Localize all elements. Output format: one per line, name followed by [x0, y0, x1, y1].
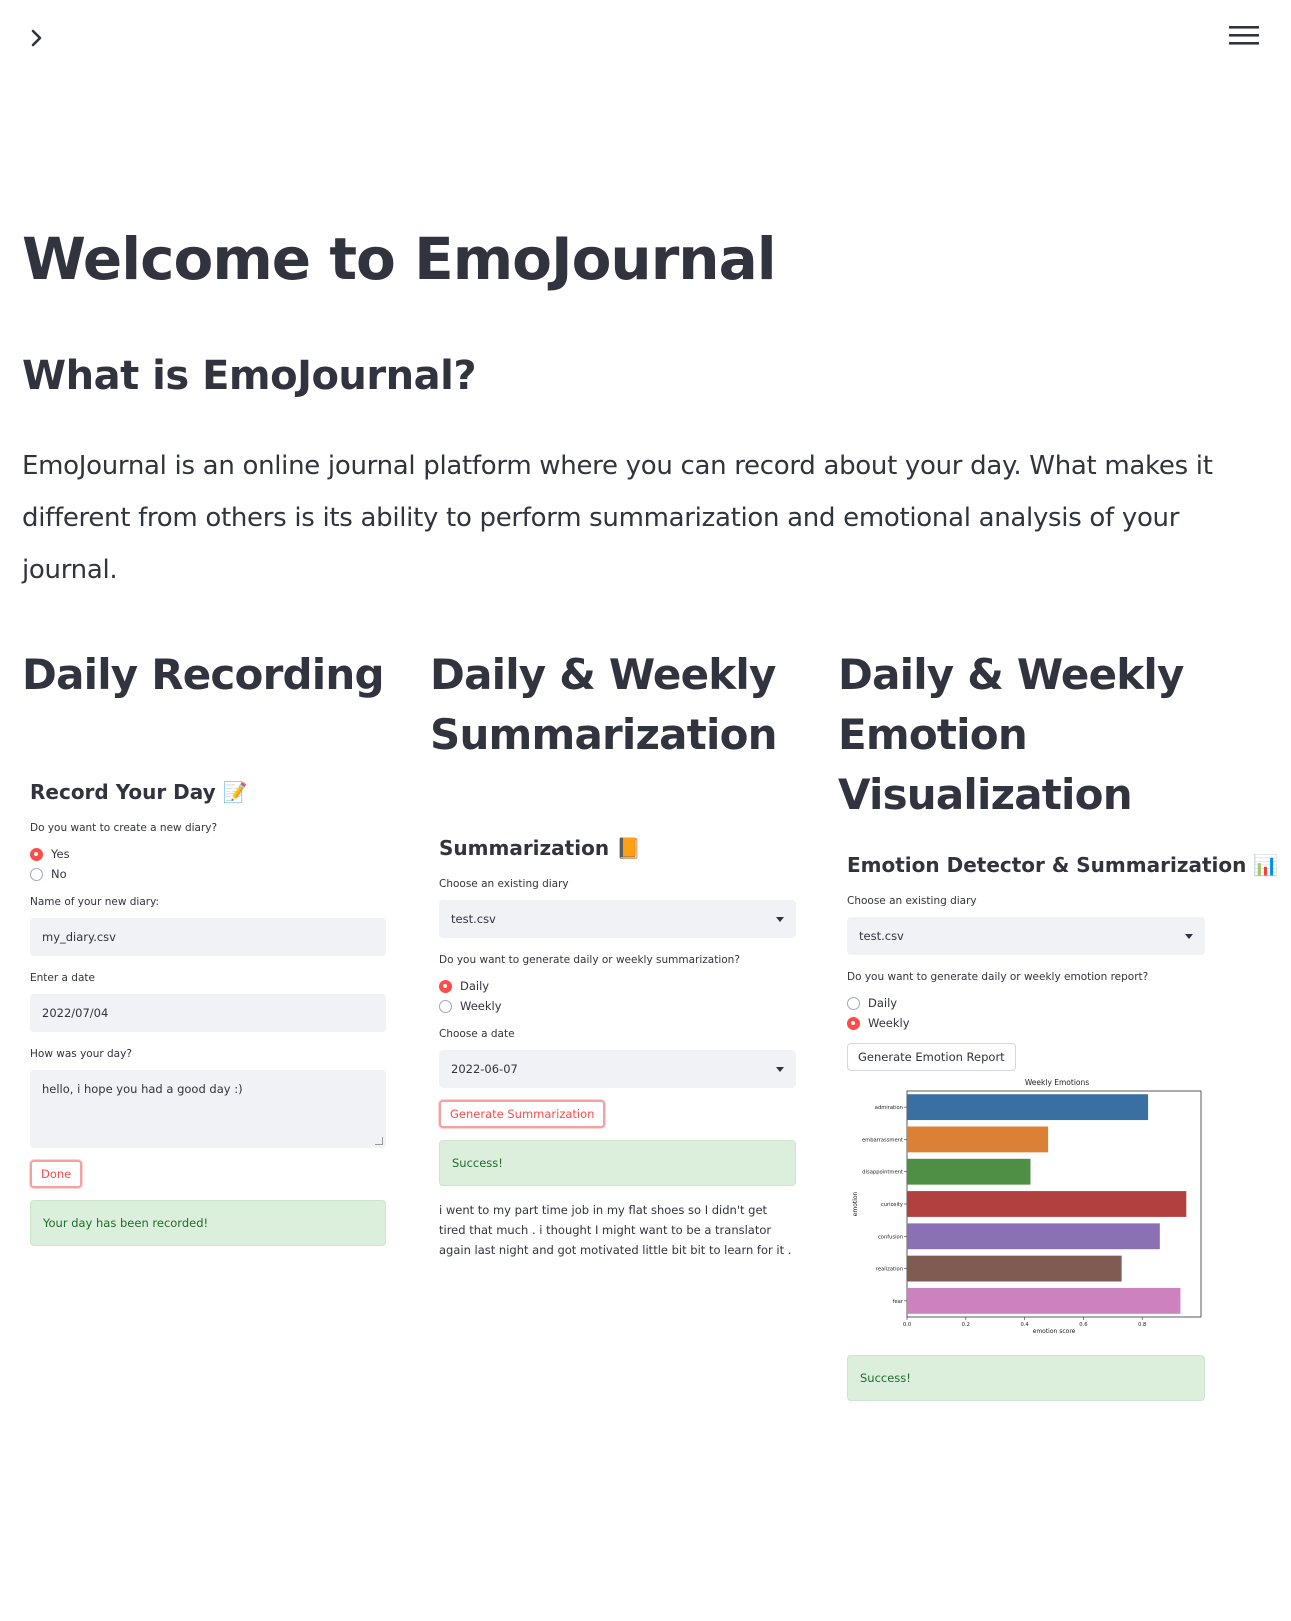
radio-yes[interactable]: Yes	[30, 844, 386, 864]
report-type-label: Do you want to generate daily or weekly …	[847, 971, 1149, 983]
diary-name-label: Name of your new diary:	[30, 896, 160, 908]
bar-fear	[907, 1287, 1181, 1314]
success-alert: Success!	[439, 1140, 796, 1186]
day-label: How was your day?	[30, 1048, 132, 1060]
x-axis-label: emotion score	[1033, 1328, 1076, 1335]
x-tick-label: 0.4	[1020, 1322, 1029, 1328]
diary-select-label: Choose an existing diary	[439, 878, 569, 890]
radio-daily[interactable]: Daily	[439, 976, 796, 996]
radio-unselected-icon	[847, 996, 860, 1010]
generate-emotion-report-button[interactable]: Generate Emotion Report	[847, 1043, 1016, 1071]
x-tick-label: 0.0	[903, 1322, 911, 1328]
caret-down-icon	[776, 916, 784, 922]
caret-down-icon	[776, 1066, 784, 1072]
done-button[interactable]: Done	[30, 1160, 83, 1188]
bar-confusion	[907, 1223, 1160, 1250]
radio-selected-icon	[847, 1016, 860, 1030]
summary-output: i went to my part time job in my flat sh…	[439, 1203, 792, 1257]
bar-curiosity	[907, 1191, 1187, 1217]
radio-selected-icon	[30, 847, 43, 861]
record-day-screenshot: Record Your Day 📝 Do you want to create …	[30, 780, 386, 1246]
weekly-emotions-chart: Weekly Emotions admiration embarrassment d…	[852, 1078, 1202, 1335]
diary-select-label: Choose an existing diary	[847, 895, 977, 907]
summarization-title: Summarization 📙	[439, 836, 641, 860]
y-tick-label: curiosity	[881, 1202, 903, 1208]
summary-type-label: Do you want to generate daily or weekly …	[439, 954, 740, 966]
bar-admiration	[907, 1094, 1149, 1121]
column-emotion-visualization: Daily & Weekly Emotion Visualization	[838, 645, 1228, 825]
column-daily-recording: Daily Recording	[22, 645, 412, 705]
emotion-detector-screenshot: Emotion Detector & Summarization 📊 Choos…	[847, 853, 1279, 1401]
diary-name-input[interactable]: my_diary.csv	[30, 918, 386, 956]
x-tick-label: 0.8	[1138, 1322, 1146, 1328]
column-heading: Daily & Weekly Emotion Visualization	[838, 650, 1184, 819]
radio-unselected-icon	[30, 867, 43, 881]
page-title: Welcome to EmoJournal	[22, 225, 777, 293]
hamburger-menu-icon	[1229, 26, 1259, 45]
intro-paragraph: EmoJournal is an online journal platform…	[22, 451, 1213, 585]
date-select[interactable]: 2022-06-07	[439, 1050, 796, 1088]
success-alert: Your day has been recorded!	[30, 1200, 386, 1246]
x-tick-label: 0.6	[1079, 1322, 1087, 1328]
y-tick-label: realization	[876, 1267, 903, 1273]
new-diary-label: Do you want to create a new diary?	[30, 822, 218, 834]
chevron-right-icon	[31, 29, 42, 47]
summarization-screenshot: Summarization 📙 Choose an existing diary…	[439, 836, 796, 1260]
diary-select[interactable]: test.csv	[847, 917, 1205, 955]
y-tick-label: disappointment	[862, 1170, 903, 1176]
radio-weekly[interactable]: Weekly	[847, 1013, 1205, 1033]
day-textarea[interactable]: hello, i hope you had a good day :)	[30, 1070, 386, 1148]
record-title: Record Your Day 📝	[30, 780, 248, 804]
success-alert: Success!	[847, 1355, 1205, 1401]
radio-daily[interactable]: Daily	[847, 993, 1205, 1013]
date-label: Enter a date	[30, 972, 95, 984]
diary-select[interactable]: test.csv	[439, 900, 796, 938]
column-heading: Daily Recording	[22, 650, 385, 699]
column-summarization: Daily & Weekly Summarization	[430, 645, 820, 765]
bar-realization	[907, 1255, 1122, 1282]
sidebar-toggle-button[interactable]	[22, 22, 54, 54]
bar-disappointment	[907, 1158, 1031, 1185]
y-tick-label: confusion	[878, 1234, 903, 1240]
choose-date-label: Choose a date	[439, 1028, 515, 1040]
x-tick-label: 0.2	[962, 1322, 970, 1328]
radio-selected-icon	[439, 979, 452, 993]
date-input[interactable]: 2022/07/04	[30, 994, 386, 1032]
generate-summarization-button[interactable]: Generate Summarization	[439, 1100, 606, 1128]
y-axis-label: emotion	[852, 1191, 859, 1216]
radio-no[interactable]: No	[30, 864, 386, 884]
y-tick-label: admiration	[875, 1105, 903, 1111]
emotion-title: Emotion Detector & Summarization 📊	[847, 853, 1279, 877]
column-heading: Daily & Weekly Summarization	[430, 650, 778, 759]
main-menu-button[interactable]	[1227, 22, 1261, 50]
radio-weekly[interactable]: Weekly	[439, 996, 796, 1016]
y-tick-label: fear	[893, 1299, 904, 1305]
y-tick-label: embarrassment	[862, 1137, 903, 1143]
section-subtitle: What is EmoJournal?	[22, 353, 477, 399]
bar-embarrassment	[907, 1126, 1049, 1153]
chart-title: Weekly Emotions	[1025, 1078, 1089, 1087]
resize-grip-icon[interactable]	[375, 1137, 383, 1145]
caret-down-icon	[1185, 933, 1193, 939]
radio-unselected-icon	[439, 999, 452, 1013]
